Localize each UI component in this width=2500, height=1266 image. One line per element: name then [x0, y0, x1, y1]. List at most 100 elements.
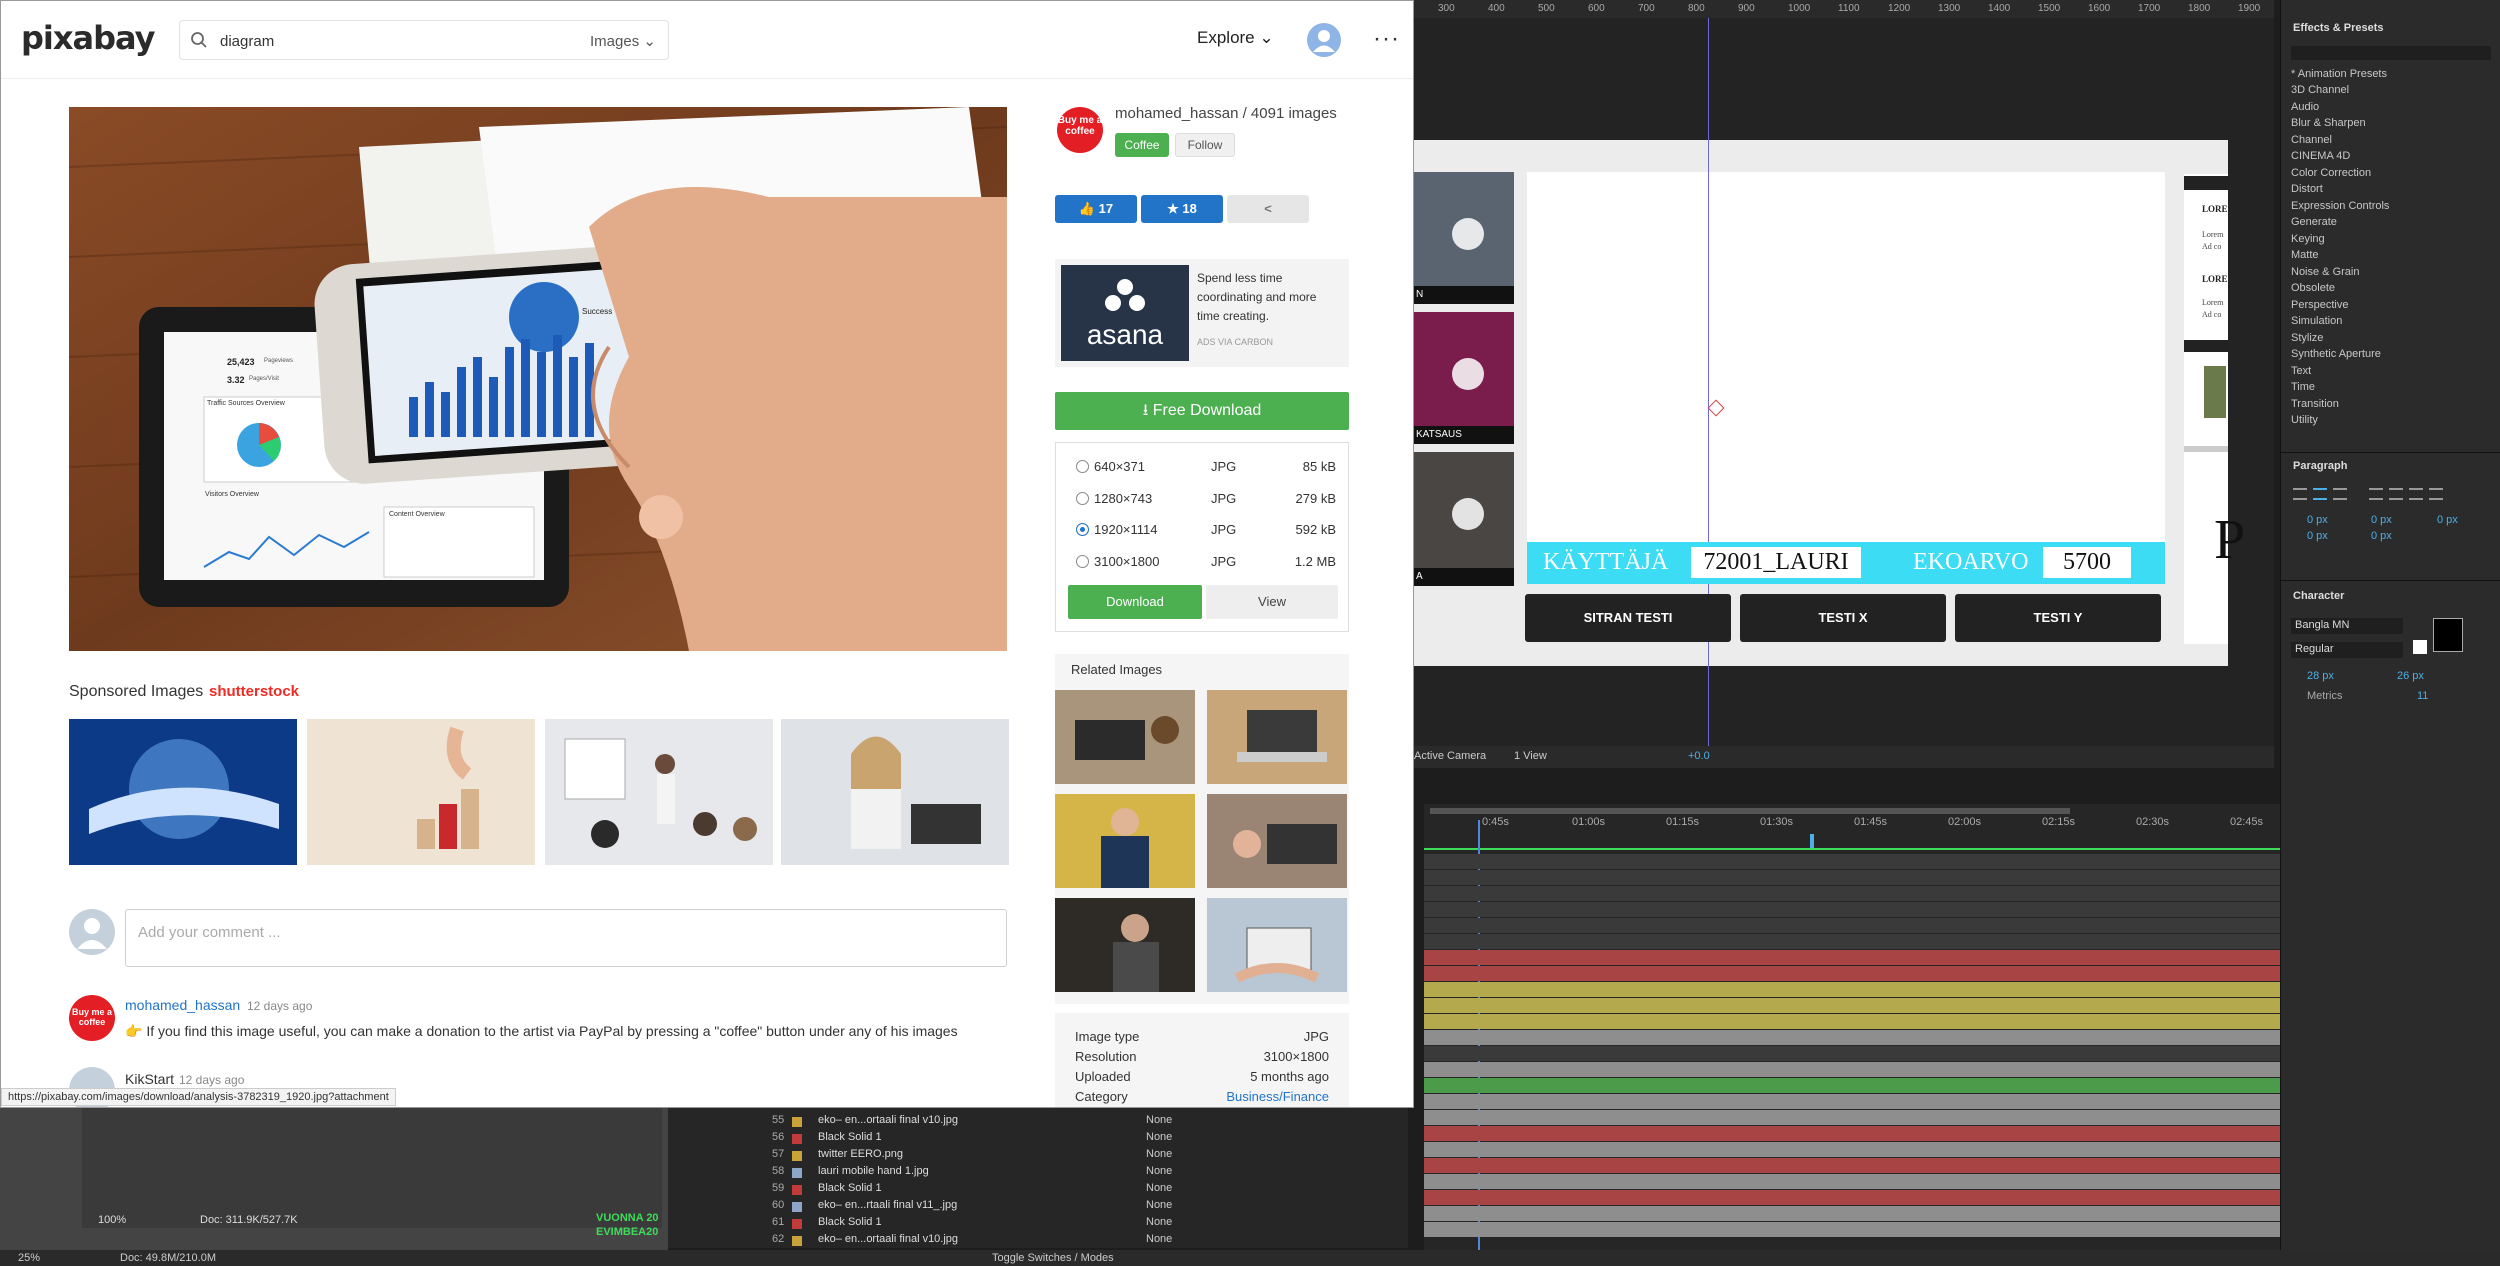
effect-category[interactable]: Color Correction	[2291, 167, 2371, 179]
layer-row[interactable]: 57 twitter EERO.png None	[668, 1148, 1408, 1164]
justify-center-icon[interactable]	[2389, 488, 2403, 500]
effect-category[interactable]: Utility	[2291, 414, 2318, 426]
font-style-dropdown[interactable]: Regular	[2291, 642, 2403, 658]
layer-parent[interactable]: None	[1146, 1199, 1172, 1211]
favorite-button[interactable]: ★ 18	[1141, 195, 1223, 223]
effect-category[interactable]: Distort	[2291, 183, 2323, 195]
leading-value[interactable]: 26 px	[2397, 670, 2424, 682]
space-after-value[interactable]: 0 px	[2371, 530, 2392, 542]
effect-category[interactable]: Noise & Grain	[2291, 266, 2359, 278]
space-before-value[interactable]: 0 px	[2307, 530, 2328, 542]
effect-category[interactable]: Perspective	[2291, 299, 2348, 311]
comment-username[interactable]: mohamed_hassan	[125, 997, 240, 1013]
size-radio[interactable]	[1076, 555, 1089, 568]
kerning-value[interactable]: Metrics	[2307, 690, 2342, 702]
justify-right-icon[interactable]	[2409, 488, 2423, 500]
commenter-avatar[interactable]: Buy me a coffee	[69, 995, 115, 1041]
category-link[interactable]: Business/Finance	[1226, 1089, 1329, 1104]
search-input[interactable]	[220, 29, 540, 53]
effect-category[interactable]: Obsolete	[2291, 282, 2335, 294]
search-bar[interactable]: Images ⌄	[179, 20, 669, 60]
effect-category[interactable]: Audio	[2291, 101, 2319, 113]
effect-category[interactable]: Transition	[2291, 398, 2339, 410]
effect-category[interactable]: 3D Channel	[2291, 84, 2349, 96]
layer-parent[interactable]: None	[1146, 1148, 1172, 1160]
layer-parent[interactable]: None	[1146, 1131, 1172, 1143]
sponsored-image[interactable]	[781, 719, 1009, 865]
user-avatar[interactable]	[1307, 23, 1341, 57]
size-option[interactable]: 1920×1114 JPG 592 kB	[1076, 520, 1336, 540]
coffee-button[interactable]: Coffee	[1115, 133, 1169, 157]
more-menu-icon[interactable]: ···	[1373, 25, 1400, 53]
effect-category[interactable]: Stylize	[2291, 332, 2323, 344]
effects-search-input[interactable]	[2291, 46, 2491, 60]
effect-category[interactable]: Text	[2291, 365, 2311, 377]
toggle-switches-modes[interactable]: Toggle Switches / Modes	[992, 1252, 1114, 1264]
like-button[interactable]: 👍 17	[1055, 195, 1137, 223]
size-option[interactable]: 640×371 JPG 85 kB	[1076, 457, 1336, 477]
font-family-dropdown[interactable]: Bangla MN	[2291, 618, 2403, 634]
related-image[interactable]	[1207, 690, 1347, 784]
layer-row[interactable]: 59 Black Solid 1 None	[668, 1182, 1408, 1198]
justify-all-icon[interactable]	[2429, 488, 2443, 500]
view-button[interactable]: View	[1206, 585, 1338, 619]
effect-category[interactable]: Blur & Sharpen	[2291, 117, 2366, 129]
fill-color-swatch[interactable]	[2433, 618, 2463, 652]
layer-parent[interactable]: None	[1146, 1216, 1172, 1228]
related-image[interactable]	[1207, 898, 1347, 992]
main-image[interactable]: 25,423 Pageviews 3.32 Pages/Visit Traffi…	[69, 107, 1007, 651]
author-avatar[interactable]: Buy me a coffee	[1057, 107, 1103, 153]
layer-parent[interactable]: None	[1146, 1114, 1172, 1126]
free-download-button[interactable]: ⭳ Free Download	[1055, 392, 1349, 430]
stroke-color-swatch[interactable]	[2413, 640, 2427, 654]
size-option[interactable]: 1280×743 JPG 279 kB	[1076, 489, 1336, 509]
sponsored-image[interactable]	[69, 719, 297, 865]
explore-menu[interactable]: Explore ⌄	[1197, 28, 1274, 48]
indent-left-value[interactable]: 0 px	[2307, 514, 2328, 526]
effect-category[interactable]: Keying	[2291, 233, 2325, 245]
sponsored-image[interactable]	[545, 719, 773, 865]
size-radio-selected[interactable]	[1076, 523, 1089, 536]
effect-category[interactable]: Channel	[2291, 134, 2332, 146]
related-image[interactable]	[1055, 898, 1195, 992]
related-image[interactable]	[1207, 794, 1347, 888]
layer-parent[interactable]: None	[1146, 1182, 1172, 1194]
effect-category[interactable]: Synthetic Aperture	[2291, 348, 2381, 360]
pixabay-logo[interactable]: pixabay	[21, 19, 155, 57]
shutterstock-logo[interactable]: shutterstock	[209, 683, 299, 700]
related-image[interactable]	[1055, 794, 1195, 888]
search-type-dropdown[interactable]: Images ⌄	[590, 32, 656, 50]
layer-parent[interactable]: None	[1146, 1165, 1172, 1177]
layer-row[interactable]: 60 eko– en...rtaali final v11_.jpg None	[668, 1199, 1408, 1215]
effect-category[interactable]: Time	[2291, 381, 2315, 393]
size-radio[interactable]	[1076, 460, 1089, 473]
align-right-icon[interactable]	[2333, 488, 2347, 500]
exposure-value[interactable]: +0.0	[1688, 750, 1710, 762]
comment-username[interactable]: KikStart	[125, 1071, 174, 1087]
layer-row[interactable]: 58 lauri mobile hand 1.jpg None	[668, 1165, 1408, 1181]
follow-button[interactable]: Follow	[1175, 133, 1235, 157]
author-name[interactable]: mohamed_hassan / 4091 images	[1115, 105, 1337, 122]
view-dropdown[interactable]: 1 View	[1514, 750, 1547, 762]
indent-first-value[interactable]: 0 px	[2437, 514, 2458, 526]
font-size-value[interactable]: 28 px	[2307, 670, 2334, 682]
effect-category[interactable]: Matte	[2291, 249, 2319, 261]
layer-row[interactable]: 62 eko– en...ortaali final v10.jpg None	[668, 1233, 1408, 1249]
effect-category[interactable]: CINEMA 4D	[2291, 150, 2350, 162]
layer-row[interactable]: 56 Black Solid 1 None	[668, 1131, 1408, 1147]
effect-category[interactable]: Expression Controls	[2291, 200, 2389, 212]
download-button[interactable]: Download	[1068, 585, 1202, 619]
tracking-value[interactable]: 11	[2417, 690, 2428, 702]
align-center-icon[interactable]	[2313, 488, 2327, 500]
work-area-end-handle[interactable]	[1810, 834, 1814, 848]
effect-category[interactable]: Simulation	[2291, 315, 2342, 327]
zoom-level[interactable]: 25%	[18, 1252, 40, 1264]
size-radio[interactable]	[1076, 492, 1089, 505]
related-image[interactable]	[1055, 690, 1195, 784]
effect-category[interactable]: * Animation Presets	[2291, 68, 2387, 80]
carbon-ad[interactable]: asana Spend less time coordinating and m…	[1055, 259, 1349, 367]
layer-parent[interactable]: None	[1146, 1233, 1172, 1245]
indent-right-value[interactable]: 0 px	[2371, 514, 2392, 526]
effect-category[interactable]: Generate	[2291, 216, 2337, 228]
align-left-icon[interactable]	[2293, 488, 2307, 500]
